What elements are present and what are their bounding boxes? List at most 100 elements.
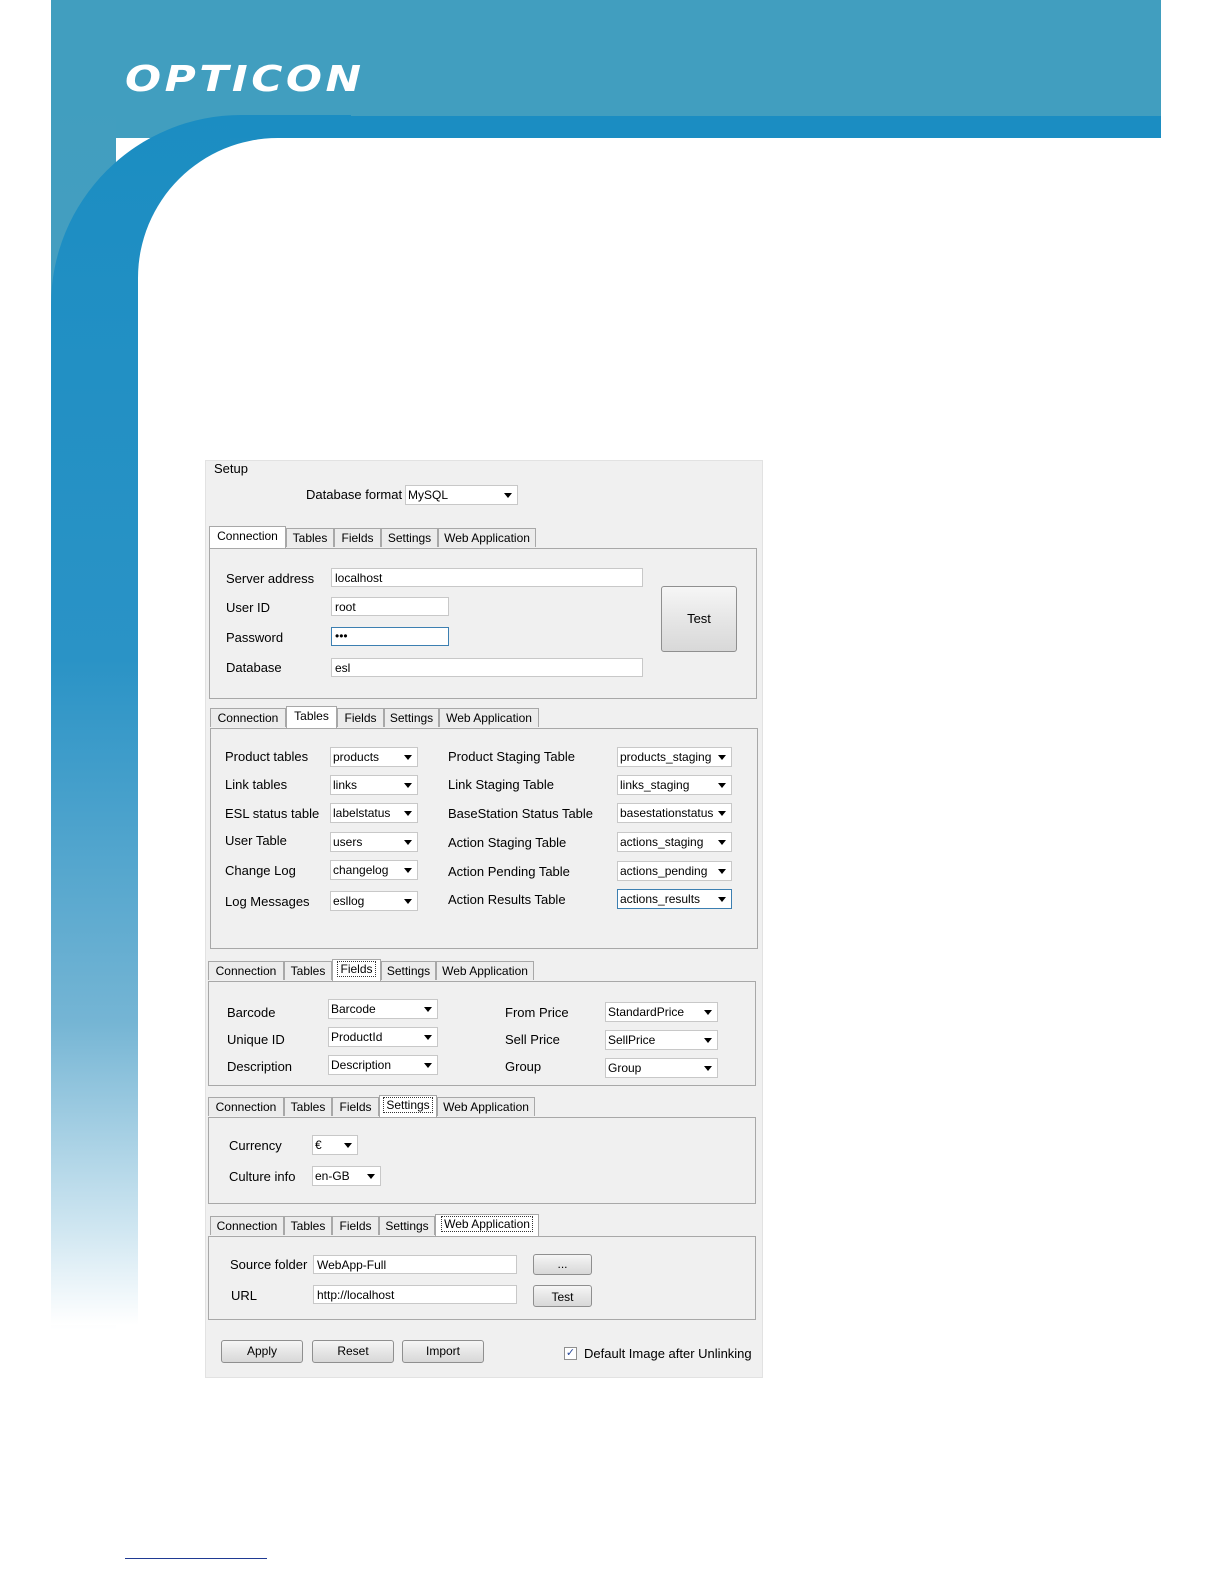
import-button[interactable]: Import	[402, 1340, 484, 1363]
description-select[interactable]: Description	[328, 1055, 438, 1075]
database-label: Database	[226, 660, 282, 675]
apply-button[interactable]: Apply	[221, 1340, 303, 1363]
setup-group-label: Setup	[214, 461, 248, 476]
chevron-down-icon	[404, 840, 412, 845]
database-format-select[interactable]: MySQL	[405, 485, 518, 505]
tab-tables[interactable]: Tables	[286, 706, 337, 728]
tab-tables[interactable]: Tables	[284, 1216, 332, 1235]
default-image-checkbox[interactable]: ✓	[564, 1347, 577, 1360]
barcode-select[interactable]: Barcode	[328, 999, 438, 1019]
chevron-down-icon	[424, 1007, 432, 1012]
unique-id-select[interactable]: ProductId	[328, 1027, 438, 1047]
tab-tables[interactable]: Tables	[286, 528, 334, 547]
chevron-down-icon	[404, 783, 412, 788]
tab-web-application[interactable]: Web Application	[436, 961, 534, 980]
tab-fields[interactable]: Fields	[334, 528, 381, 547]
tab-web-application[interactable]: Web Application	[435, 1214, 539, 1236]
tab-settings[interactable]: Settings	[381, 528, 438, 547]
tab-connection[interactable]: Connection	[208, 1097, 284, 1116]
product-tables-label: Product tables	[225, 749, 309, 764]
source-folder-label: Source folder	[230, 1257, 308, 1272]
change-log-select[interactable]: changelog	[330, 860, 418, 880]
chevron-down-icon	[344, 1143, 352, 1148]
chevron-down-icon	[404, 899, 412, 904]
action-results-table-select[interactable]: actions_results	[617, 889, 732, 909]
basestation-status-table-select[interactable]: basestationstatus	[617, 803, 732, 823]
tab-web-application[interactable]: Web Application	[439, 708, 539, 727]
settings-panel: Currency € Culture info en-GB	[208, 1117, 756, 1204]
setup-dialog: Setup Database format MySQL Connection T…	[205, 460, 763, 1378]
tab-connection[interactable]: Connection	[210, 1216, 284, 1235]
chevron-down-icon	[504, 493, 512, 498]
culture-info-select[interactable]: en-GB	[312, 1166, 381, 1186]
sell-price-select[interactable]: SellPrice	[605, 1030, 718, 1050]
sell-price-label: Sell Price	[505, 1032, 560, 1047]
chevron-down-icon	[704, 1010, 712, 1015]
link-tables-select[interactable]: links	[330, 775, 418, 795]
culture-info-label: Culture info	[229, 1169, 296, 1184]
brand-stripe	[230, 116, 1161, 138]
database-input[interactable]	[331, 658, 643, 677]
user-id-input[interactable]	[331, 597, 449, 616]
from-price-select[interactable]: StandardPrice	[605, 1002, 718, 1022]
web-application-panel: Source folder ... URL Test	[208, 1236, 756, 1320]
connection-panel: Server address User ID Password ••• Data…	[209, 548, 757, 699]
database-format-label: Database format	[306, 487, 403, 502]
chevron-down-icon	[718, 811, 726, 816]
currency-label: Currency	[229, 1138, 282, 1153]
url-test-button[interactable]: Test	[533, 1285, 592, 1307]
opticon-logo: OPTICON	[125, 59, 365, 100]
group-select[interactable]: Group	[605, 1058, 718, 1078]
password-input[interactable]: •••	[331, 627, 449, 646]
chevron-down-icon	[718, 755, 726, 760]
tab-settings[interactable]: Settings	[379, 1216, 435, 1235]
tab-fields[interactable]: Fields	[332, 1216, 379, 1235]
tab-settings[interactable]: Settings	[384, 708, 439, 727]
user-id-label: User ID	[226, 600, 271, 615]
connection-test-button[interactable]: Test	[661, 586, 737, 652]
product-tables-select[interactable]: products	[330, 747, 418, 767]
tab-settings[interactable]: Settings	[379, 1095, 437, 1117]
web-application-section-tabs: Connection Tables Fields Settings Web Ap…	[210, 1214, 544, 1236]
user-table-label: User Table	[225, 833, 287, 848]
user-table-select[interactable]: users	[330, 832, 418, 852]
product-staging-table-select[interactable]: products_staging	[617, 747, 732, 767]
url-label: URL	[231, 1288, 258, 1303]
tables-section-tabs: Connection Tables Fields Settings Web Ap…	[210, 706, 540, 728]
tab-fields[interactable]: Fields	[332, 959, 381, 981]
tab-tables[interactable]: Tables	[284, 961, 332, 980]
action-staging-table-label: Action Staging Table	[448, 835, 567, 850]
tab-connection[interactable]: Connection	[210, 708, 286, 727]
connection-section-tabs: Connection Tables Fields Settings Web Ap…	[209, 526, 539, 548]
tab-fields[interactable]: Fields	[337, 708, 384, 727]
esl-status-table-select[interactable]: labelstatus	[330, 803, 418, 823]
link-tables-label: Link tables	[225, 777, 288, 792]
tab-web-application[interactable]: Web Application	[437, 1097, 535, 1116]
default-image-label: Default Image after Unlinking	[584, 1346, 752, 1361]
server-address-label: Server address	[226, 571, 315, 586]
tab-connection[interactable]: Connection	[208, 961, 284, 980]
basestation-status-table-label: BaseStation Status Table	[448, 806, 594, 821]
chevron-down-icon	[404, 755, 412, 760]
link-staging-table-select[interactable]: links_staging	[617, 775, 732, 795]
tables-panel: Product tables products Link tables link…	[210, 728, 758, 949]
url-input[interactable]	[313, 1285, 517, 1304]
tab-web-application[interactable]: Web Application	[438, 528, 536, 547]
tab-tables[interactable]: Tables	[284, 1097, 332, 1116]
action-pending-table-select[interactable]: actions_pending	[617, 861, 732, 881]
source-folder-input[interactable]	[313, 1255, 517, 1274]
chevron-down-icon	[424, 1063, 432, 1068]
barcode-label: Barcode	[227, 1005, 276, 1020]
log-messages-select[interactable]: esllog	[330, 891, 418, 911]
tab-fields[interactable]: Fields	[332, 1097, 379, 1116]
currency-select[interactable]: €	[312, 1135, 358, 1155]
description-label: Description	[227, 1059, 293, 1074]
tab-connection[interactable]: Connection	[209, 526, 286, 548]
tab-settings[interactable]: Settings	[381, 961, 436, 980]
chevron-down-icon	[424, 1035, 432, 1040]
unique-id-label: Unique ID	[227, 1032, 285, 1047]
server-address-input[interactable]	[331, 568, 643, 587]
reset-button[interactable]: Reset	[312, 1340, 394, 1363]
action-staging-table-select[interactable]: actions_staging	[617, 832, 732, 852]
browse-folder-button[interactable]: ...	[533, 1254, 592, 1275]
